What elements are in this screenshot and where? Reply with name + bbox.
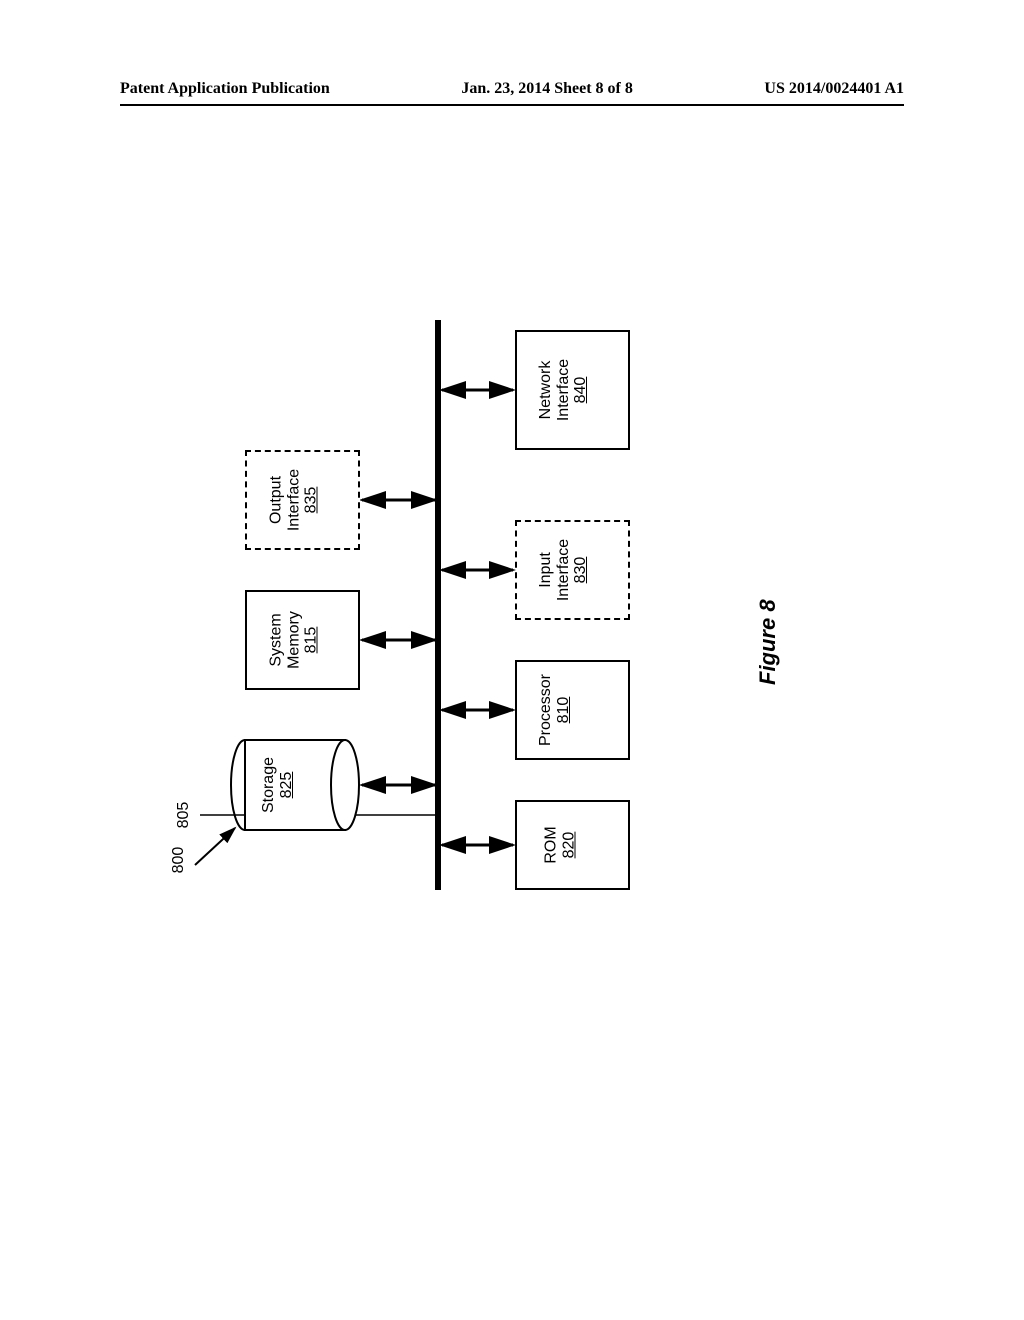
processor-label: Processor 810 xyxy=(537,665,607,755)
storage-label: Storage 825 xyxy=(260,750,330,820)
output-interface-connector xyxy=(360,490,440,510)
header-right: US 2014/0024401 A1 xyxy=(764,80,904,98)
figure-caption: Figure 8 xyxy=(755,565,785,685)
network-interface-label: Network Interface 840 xyxy=(537,340,607,440)
network-interface-connector xyxy=(440,380,520,400)
bus-label: 805 xyxy=(175,795,195,835)
header-rule xyxy=(120,104,904,106)
system-label: 800 xyxy=(170,840,190,880)
page-header: Patent Application Publication Jan. 23, … xyxy=(0,80,1024,98)
processor-connector xyxy=(440,700,520,720)
input-interface-label: Input Interface 830 xyxy=(537,525,607,615)
system-memory-label: System Memory 815 xyxy=(268,593,338,688)
bus xyxy=(435,320,441,890)
page: Patent Application Publication Jan. 23, … xyxy=(0,0,1024,1320)
rom-connector xyxy=(440,835,520,855)
input-interface-connector xyxy=(440,560,520,580)
output-interface-label: Output Interface 835 xyxy=(268,453,338,548)
header-left: Patent Application Publication xyxy=(120,80,330,98)
system-memory-connector xyxy=(360,630,440,650)
diagram-stage: 800 805 xyxy=(170,260,850,1020)
rom-label: ROM 820 xyxy=(543,803,603,888)
storage-connector xyxy=(360,775,440,795)
header-center: Jan. 23, 2014 Sheet 8 of 8 xyxy=(461,80,633,98)
